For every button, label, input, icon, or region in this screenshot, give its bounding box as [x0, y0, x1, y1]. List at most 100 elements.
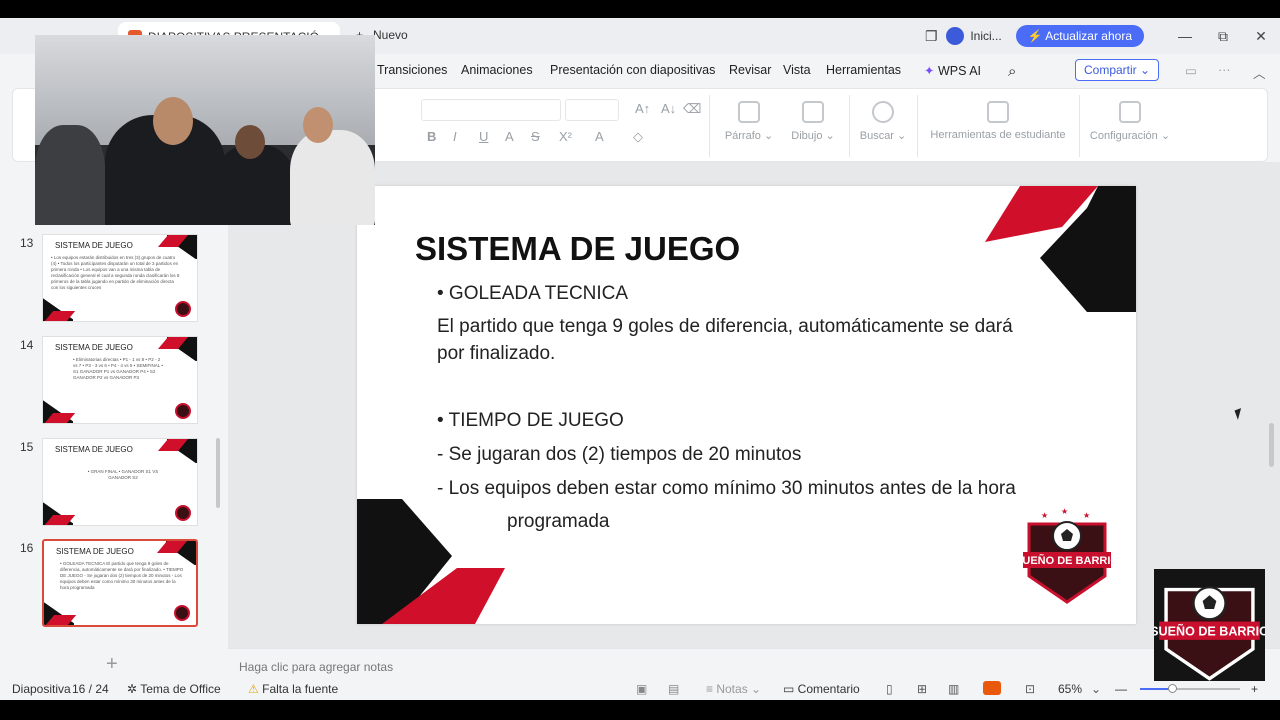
restore-icon[interactable]: ⧉ — [1204, 28, 1242, 45]
reading-view-icon[interactable]: ▥ — [948, 682, 959, 696]
font-color-icon[interactable]: A — [595, 129, 604, 144]
thumbnail-body: • Los equipos estarán distribuidos en tr… — [51, 255, 180, 290]
font-warning[interactable]: ⚠ Falta la fuente — [248, 682, 338, 696]
font-grow-icon[interactable]: A↑ — [635, 101, 650, 116]
thumbnail[interactable]: SISTEMA DE JUEGO • GRAN FINAL • GANADOR … — [42, 438, 198, 526]
slide-title[interactable]: SISTEMA DE JUEGO — [415, 230, 740, 268]
menu-transiciones[interactable]: Transiciones — [377, 63, 447, 77]
fit-icon[interactable]: ⊡ — [1025, 682, 1035, 696]
notes-toggle[interactable]: ≡ Notas ⌄ — [706, 682, 761, 696]
sorter-view-icon[interactable]: ⊞ — [917, 682, 927, 696]
svg-text:★: ★ — [1061, 507, 1068, 516]
highlight-icon[interactable]: ◇ — [633, 129, 643, 145]
bullet-goleada[interactable]: • GOLEADA TECNICA — [437, 283, 628, 305]
theme-icon: ✲ — [127, 682, 138, 696]
find-icon — [872, 101, 894, 123]
text-tiempo-2[interactable]: - Los equipos deben estar como mínimo 30… — [437, 478, 1016, 500]
bullet-tiempo[interactable]: • TIEMPO DE JUEGO — [437, 410, 624, 432]
add-slide-button[interactable]: + — [106, 653, 118, 676]
export-icon[interactable]: ▤ — [668, 682, 679, 696]
slide-thumbnail-13[interactable]: 13 SISTEMA DE JUEGO • Los equipos estará… — [0, 234, 220, 324]
strike-icon[interactable]: S — [531, 129, 540, 144]
italic-icon[interactable]: I — [453, 129, 457, 144]
drawing-label: Dibujo — [791, 130, 823, 142]
webcam-overlay — [35, 35, 375, 225]
share-button[interactable]: Compartir ⌄ — [1075, 59, 1160, 81]
thumbnail-title: SISTEMA DE JUEGO — [56, 547, 134, 556]
graduation-cap-icon — [987, 101, 1009, 123]
bold-icon[interactable]: B — [427, 129, 436, 144]
collapse-icon[interactable]: ︿ — [1253, 63, 1266, 82]
superscript-icon[interactable]: X² — [559, 129, 572, 144]
sueno-de-barrio-logo: SUEÑO DE BARRIO — [1150, 586, 1269, 681]
text-tiempo-3[interactable]: programada — [507, 511, 609, 533]
menu-presentacion[interactable]: Presentación con diapositivas — [550, 63, 715, 77]
student-tools-label: Herramientas de estudiante — [930, 129, 1066, 141]
thumbnail-selected[interactable]: SISTEMA DE JUEGO • GOLEADA TECNICA El pa… — [42, 539, 198, 627]
share-label: Compartir — [1084, 63, 1137, 77]
menu-wps-ai[interactable]: ✦ WPS AI — [924, 63, 981, 78]
play-slideshow-icon[interactable] — [983, 681, 1001, 695]
settings-group[interactable]: Configuración ⌄ — [1089, 101, 1171, 142]
new-tab-label: Nuevo — [373, 28, 408, 42]
slide-number: 16 — [20, 541, 34, 555]
drawing-group[interactable]: Dibujo ⌄ — [789, 101, 837, 142]
menu-revisar[interactable]: Revisar — [729, 63, 771, 77]
comment-button[interactable]: ▭ Comentario — [783, 682, 860, 696]
thumbnail[interactable]: SISTEMA DE JUEGO • Eliminatorias directa… — [42, 336, 198, 424]
paragraph-icon — [738, 101, 760, 123]
minimize-icon[interactable]: — — [1166, 28, 1204, 44]
zoom-dropdown-icon[interactable]: ⌄ — [1091, 682, 1101, 696]
zoom-in-icon[interactable]: + — [1251, 682, 1258, 696]
text-goleada-2[interactable]: por finalizado. — [437, 343, 555, 365]
zoom-slider[interactable] — [1140, 684, 1240, 693]
login-button[interactable]: Inici... — [946, 27, 1002, 45]
thumbnail-scrollbar[interactable] — [216, 438, 220, 508]
student-tools-group[interactable]: Herramientas de estudiante — [927, 101, 1069, 141]
slide-thumbnail-16[interactable]: 16 SISTEMA DE JUEGO • GOLEADA TECNICA El… — [0, 539, 220, 629]
text-goleada-1[interactable]: El partido que tenga 9 goles de diferenc… — [437, 316, 1013, 338]
wrench-icon — [1119, 101, 1141, 123]
paragraph-group[interactable]: Párrafo ⌄ — [721, 101, 777, 142]
menu-animaciones[interactable]: Animaciones — [461, 63, 533, 77]
font-shrink-icon[interactable]: A↓ — [661, 101, 676, 116]
menu-herramientas[interactable]: Herramientas — [826, 63, 901, 77]
divider — [1079, 95, 1080, 157]
text-tiempo-1[interactable]: - Se jugaran dos (2) tiempos de 20 minut… — [437, 444, 801, 466]
slide-canvas: SISTEMA DE JUEGO • GOLEADA TECNICA El pa… — [228, 162, 1280, 648]
logo-icon — [175, 505, 191, 521]
update-button[interactable]: ⚡ Actualizar ahora — [1015, 25, 1144, 47]
strikethrough-icon[interactable]: A — [505, 129, 514, 144]
more-icon[interactable]: ··· — [1218, 63, 1231, 77]
zoom-out-icon[interactable]: — — [1115, 682, 1127, 696]
autosave-icon[interactable]: ▣ — [636, 682, 647, 696]
thumbnail[interactable]: SISTEMA DE JUEGO • Los equipos estarán d… — [42, 234, 198, 322]
slide-thumbnail-14[interactable]: 14 SISTEMA DE JUEGO • Eliminatorias dire… — [0, 336, 220, 426]
menu-vista[interactable]: Vista — [783, 63, 811, 77]
settings-label: Configuración — [1089, 130, 1158, 142]
window-icon[interactable]: ❐ — [916, 28, 946, 45]
slide-number: 15 — [20, 440, 34, 454]
warning-icon: ⚠ — [248, 682, 259, 696]
paragraph-label: Párrafo — [724, 130, 761, 142]
normal-view-icon[interactable]: ▯ — [886, 682, 893, 696]
close-icon[interactable]: ✕ — [1242, 28, 1280, 45]
slide-thumbnail-15[interactable]: 15 SISTEMA DE JUEGO • GRAN FINAL • GANAD… — [0, 438, 220, 528]
canvas-scrollbar[interactable] — [1269, 423, 1274, 467]
font-size-select[interactable] — [565, 99, 619, 121]
underline-icon[interactable]: U — [479, 129, 488, 144]
logo-text: SUEÑO DE BARRIO — [1021, 554, 1113, 567]
slide-number: 14 — [20, 338, 34, 352]
theme-button[interactable]: ✲ Tema de Office — [127, 682, 221, 696]
find-group[interactable]: Buscar ⌄ — [859, 101, 907, 142]
eraser-icon[interactable]: ⌫ — [683, 101, 701, 117]
comment-icon[interactable]: ▭ — [1185, 63, 1197, 78]
logo-icon — [175, 301, 191, 317]
search-icon[interactable]: ⌕ — [1008, 63, 1016, 80]
thumbnail-body: • GRAN FINAL • GANADOR S1 VS GANADOR S2 — [87, 469, 159, 480]
theme-label: Tema de Office — [140, 682, 221, 696]
font-name-select[interactable] — [421, 99, 561, 121]
zoom-level[interactable]: 65% — [1058, 682, 1082, 696]
current-slide[interactable]: SISTEMA DE JUEGO • GOLEADA TECNICA El pa… — [357, 186, 1136, 624]
font-warning-label: Falta la fuente — [262, 682, 339, 696]
